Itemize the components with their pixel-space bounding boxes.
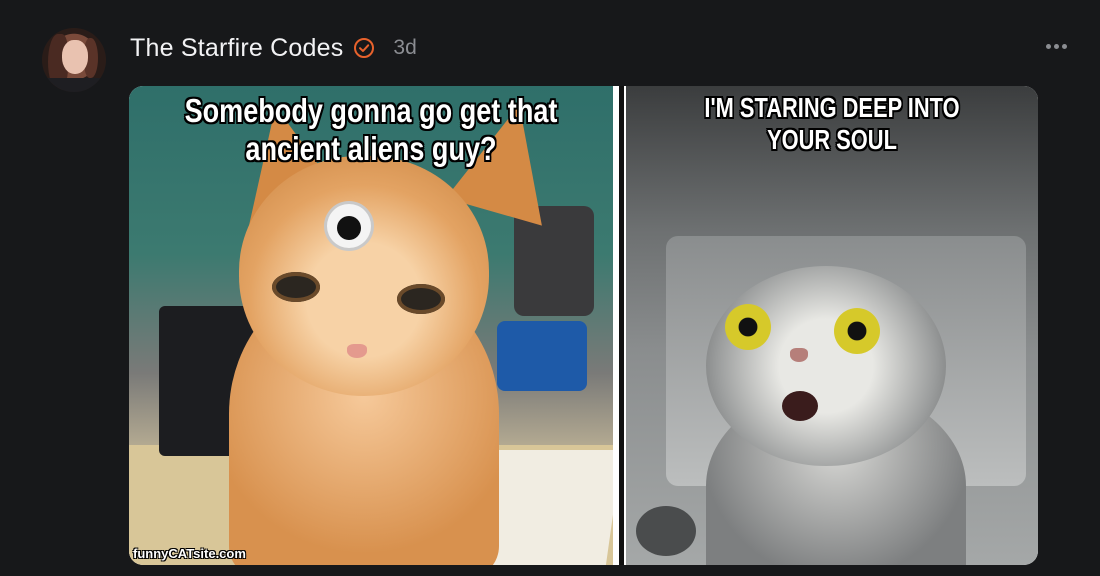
meme-caption-right: I'M STARING DEEP INTO YOUR SOUL (704, 92, 960, 156)
avatar[interactable] (42, 28, 106, 92)
watermark: funnyCATsite.com (133, 546, 246, 561)
kitten-eye (272, 272, 320, 302)
post-header: The Starfire Codes 3d (130, 30, 417, 66)
panel-divider (613, 86, 626, 565)
cat-eye (834, 308, 880, 354)
stapler (497, 321, 587, 391)
author-name[interactable]: The Starfire Codes (130, 34, 343, 63)
post-timestamp[interactable]: 3d (393, 36, 416, 60)
cat-eye (725, 304, 771, 350)
avatar-face (62, 40, 88, 74)
dot (1045, 43, 1051, 49)
cat-head (706, 266, 946, 466)
mug (514, 206, 594, 316)
dot (1053, 43, 1059, 49)
post: The Starfire Codes 3d Somebody gonna go … (0, 0, 1100, 576)
dot (1061, 43, 1067, 49)
googly-eye (327, 204, 371, 248)
post-image[interactable]: Somebody gonna go get that ancient alien… (129, 86, 1038, 565)
avatar-shirt (42, 78, 106, 92)
meme-caption-left: Somebody gonna go get that ancient alien… (184, 92, 558, 167)
verified-icon (353, 37, 375, 59)
cat-mouth (782, 391, 818, 421)
meme-panel-left: Somebody gonna go get that ancient alien… (129, 86, 613, 565)
meme-panel-right: I'M STARING DEEP INTO YOUR SOUL (626, 86, 1038, 565)
more-horizontal-icon[interactable] (1042, 32, 1070, 60)
cat-nose (790, 348, 808, 362)
kitten-nose (347, 344, 367, 358)
kitten-eye (397, 284, 445, 314)
kitten-head (239, 156, 489, 396)
drain (636, 506, 696, 556)
